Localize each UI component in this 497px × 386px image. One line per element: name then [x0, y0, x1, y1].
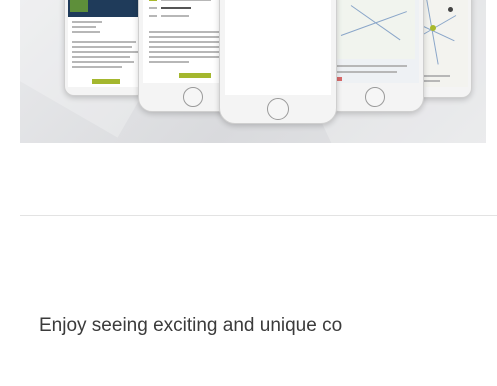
phone-screen — [68, 0, 142, 87]
phone-mockup-article — [64, 0, 146, 96]
phone-home-button — [365, 87, 385, 107]
intro-text: Enjoy seeing exciting and unique co — [39, 315, 343, 336]
phone-mockup-map-list — [326, 0, 424, 112]
action-button — [179, 73, 211, 78]
phone-screen — [331, 0, 419, 83]
app-logo: GAU JV — [263, 0, 293, 24]
map-pin-icon — [430, 25, 436, 31]
phone-mockup-splash: GAU JV — [219, 0, 337, 124]
read-more-button — [92, 79, 120, 84]
phone-home-button — [183, 87, 203, 107]
phone-home-button — [267, 98, 289, 120]
cover-thumbnail — [70, 0, 88, 12]
page: GAU JV Enjoy seeing exciting and unique … — [0, 0, 497, 386]
section-divider — [20, 215, 497, 216]
splash-screen: GAU JV — [225, 0, 331, 87]
map-pin-icon — [448, 7, 453, 12]
app-screenshots-hero-image: GAU JV — [20, 0, 486, 143]
map-preview — [335, 0, 415, 59]
